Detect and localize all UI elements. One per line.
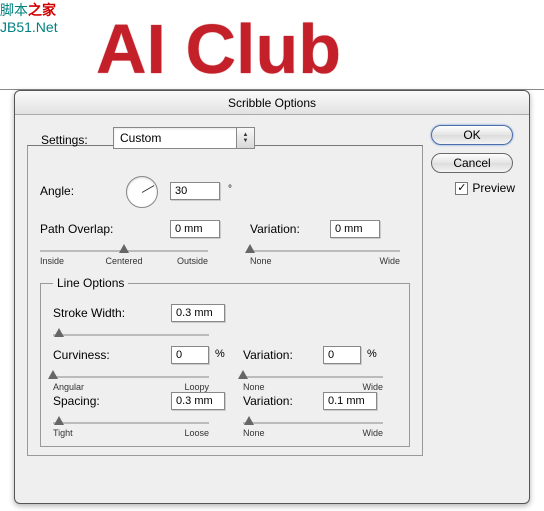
ok-button[interactable]: OK	[431, 125, 513, 145]
tick-outside: Outside	[177, 256, 208, 266]
curv-variation-input[interactable]	[323, 346, 361, 364]
spacing-label: Spacing:	[53, 394, 100, 408]
angle-input[interactable]	[170, 182, 220, 200]
tick-wide: Wide	[379, 256, 400, 266]
spacing-row: Spacing: Tight Loose Variation:	[53, 392, 397, 438]
settings-label: Settings:	[41, 133, 88, 147]
dropdown-arrows-icon: ▲▼	[236, 128, 254, 148]
tick-inside: Inside	[40, 256, 64, 266]
tick-none: None	[250, 256, 272, 266]
watermark-part-a: 脚本	[0, 2, 28, 18]
line-options-fieldset: Line Options Stroke Width: Curviness: %	[40, 276, 410, 447]
curv-variation-pct: %	[367, 348, 377, 360]
angle-dial[interactable]	[126, 176, 158, 208]
path-overlap-row: Path Overlap: Inside Centered Outside Va…	[40, 220, 410, 266]
settings-row: Settings: Custom ▲▼	[27, 127, 423, 159]
curviness-pct: %	[215, 348, 225, 360]
spacing-input[interactable]	[171, 392, 225, 410]
line-options-legend: Line Options	[53, 276, 128, 290]
watermark: 脚本之家 JB51.Net	[0, 2, 58, 36]
tick-loopy: Loopy	[184, 382, 209, 392]
settings-select[interactable]: Custom ▲▼	[113, 127, 255, 149]
spacing-variation-slider[interactable]: None Wide	[243, 414, 383, 434]
curv-variation-label: Variation:	[243, 348, 293, 362]
scribble-options-dialog: Scribble Options Settings: Custom ▲▼ Ang…	[14, 90, 530, 504]
curviness-slider[interactable]: Angular Loopy	[53, 368, 209, 388]
tick-sv-none: None	[243, 428, 265, 438]
watermark-part-c: JB51.Net	[0, 19, 58, 35]
dialog-title: Scribble Options	[15, 91, 529, 115]
settings-value: Custom	[114, 131, 236, 145]
cancel-button[interactable]: Cancel	[431, 153, 513, 173]
tick-tight: Tight	[53, 428, 73, 438]
artwork-text: AI Club	[96, 14, 341, 84]
preview-label: Preview	[472, 181, 515, 195]
spacing-variation-input[interactable]	[323, 392, 377, 410]
path-overlap-input[interactable]	[170, 220, 220, 238]
stroke-width-input[interactable]	[171, 304, 225, 322]
spacing-variation-label: Variation:	[243, 394, 293, 408]
tick-angular: Angular	[53, 382, 84, 392]
degree-symbol: °	[228, 184, 232, 195]
spacing-slider[interactable]: Tight Loose	[53, 414, 209, 434]
tick-centered: Centered	[105, 256, 142, 266]
preview-checkbox[interactable]: ✓	[455, 182, 468, 195]
tick-cv-wide: Wide	[362, 382, 383, 392]
stroke-width-slider[interactable]	[53, 326, 209, 346]
tick-sv-wide: Wide	[362, 428, 383, 438]
angle-label: Angle:	[40, 184, 74, 198]
curv-variation-slider[interactable]: None Wide	[243, 368, 383, 388]
watermark-part-b: 之家	[28, 2, 56, 18]
stroke-width-label: Stroke Width:	[53, 306, 125, 320]
main-fieldset: Angle: ° Path Overlap: Inside Centered O…	[27, 145, 423, 456]
angle-row: Angle: °	[40, 182, 410, 220]
path-overlap-label: Path Overlap:	[40, 222, 113, 236]
path-variation-input[interactable]	[330, 220, 380, 238]
curviness-row: Curviness: % Angular Loopy Variation: %	[53, 346, 397, 392]
path-variation-label: Variation:	[250, 222, 300, 236]
curviness-label: Curviness:	[53, 348, 110, 362]
dialog-button-column: OK Cancel ✓ Preview	[431, 125, 517, 195]
stroke-width-row: Stroke Width:	[53, 304, 397, 346]
tick-cv-none: None	[243, 382, 265, 392]
curviness-input[interactable]	[171, 346, 209, 364]
path-variation-slider[interactable]: None Wide	[250, 242, 400, 262]
path-overlap-slider[interactable]: Inside Centered Outside	[40, 242, 208, 262]
tick-loose: Loose	[184, 428, 209, 438]
